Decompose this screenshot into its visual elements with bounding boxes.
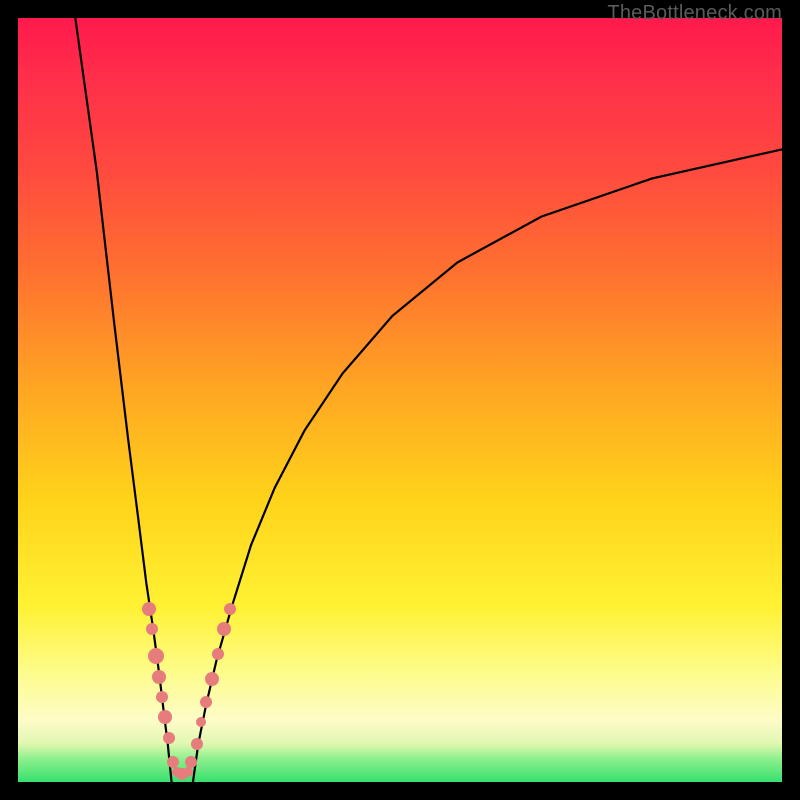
data-marker — [158, 710, 172, 724]
data-marker — [205, 672, 219, 686]
data-marker — [196, 717, 206, 727]
curve-right-branch — [193, 149, 782, 782]
bottleneck-curve — [18, 18, 782, 782]
data-marker — [191, 738, 203, 750]
data-marker — [224, 603, 236, 615]
watermark-text: TheBottleneck.com — [607, 2, 782, 25]
data-marker — [183, 767, 193, 777]
data-marker — [152, 670, 166, 684]
plot-area — [18, 18, 782, 782]
data-marker — [185, 756, 197, 768]
data-marker — [200, 696, 212, 708]
data-marker — [212, 648, 224, 660]
data-marker — [217, 622, 231, 636]
data-marker — [163, 732, 175, 744]
curve-left-branch — [75, 18, 171, 782]
chart-frame: TheBottleneck.com — [0, 0, 800, 800]
data-marker — [148, 648, 164, 664]
data-marker — [146, 623, 158, 635]
data-marker — [156, 691, 168, 703]
data-marker — [142, 602, 156, 616]
